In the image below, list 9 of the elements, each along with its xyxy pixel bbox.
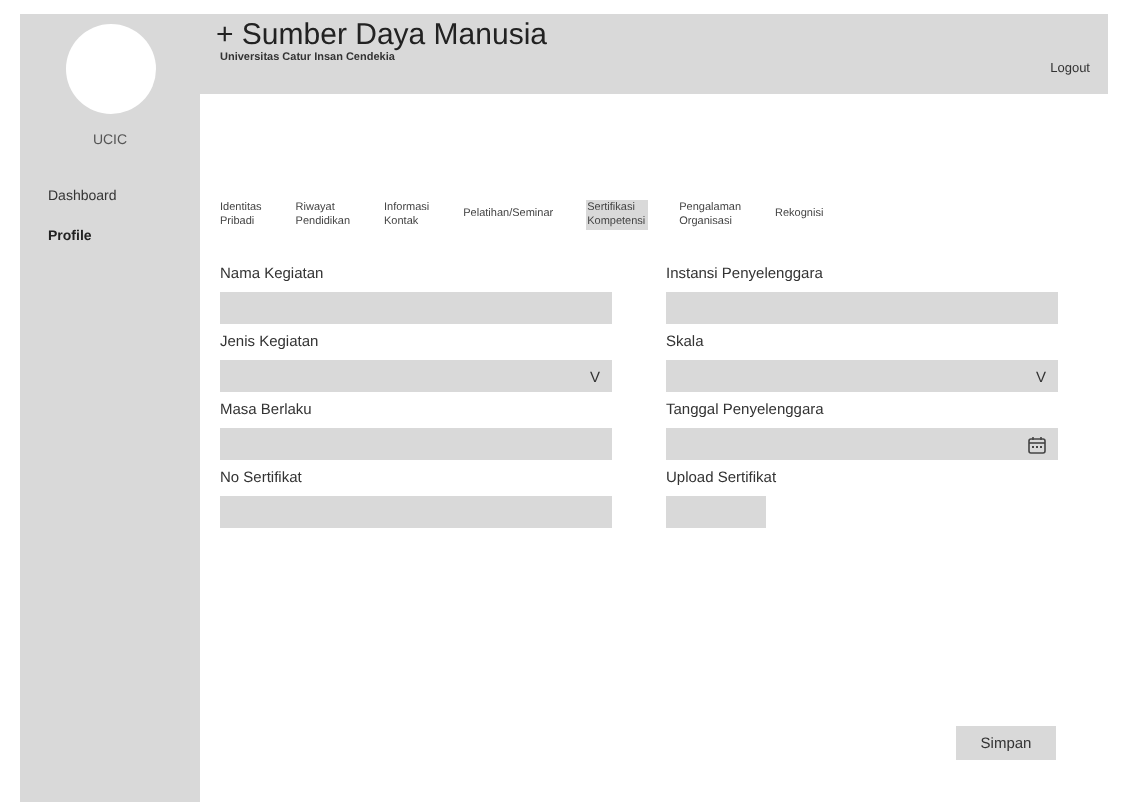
text-field[interactable] bbox=[220, 292, 612, 324]
app-title: + Sumber Daya Manusia bbox=[216, 18, 547, 52]
text-field[interactable] bbox=[220, 496, 612, 528]
date-field[interactable] bbox=[666, 428, 1058, 460]
text-field[interactable] bbox=[220, 428, 612, 460]
text-field[interactable] bbox=[666, 292, 1058, 324]
calendar-icon bbox=[1028, 435, 1046, 453]
upload-field[interactable] bbox=[666, 496, 766, 528]
avatar bbox=[65, 24, 155, 114]
